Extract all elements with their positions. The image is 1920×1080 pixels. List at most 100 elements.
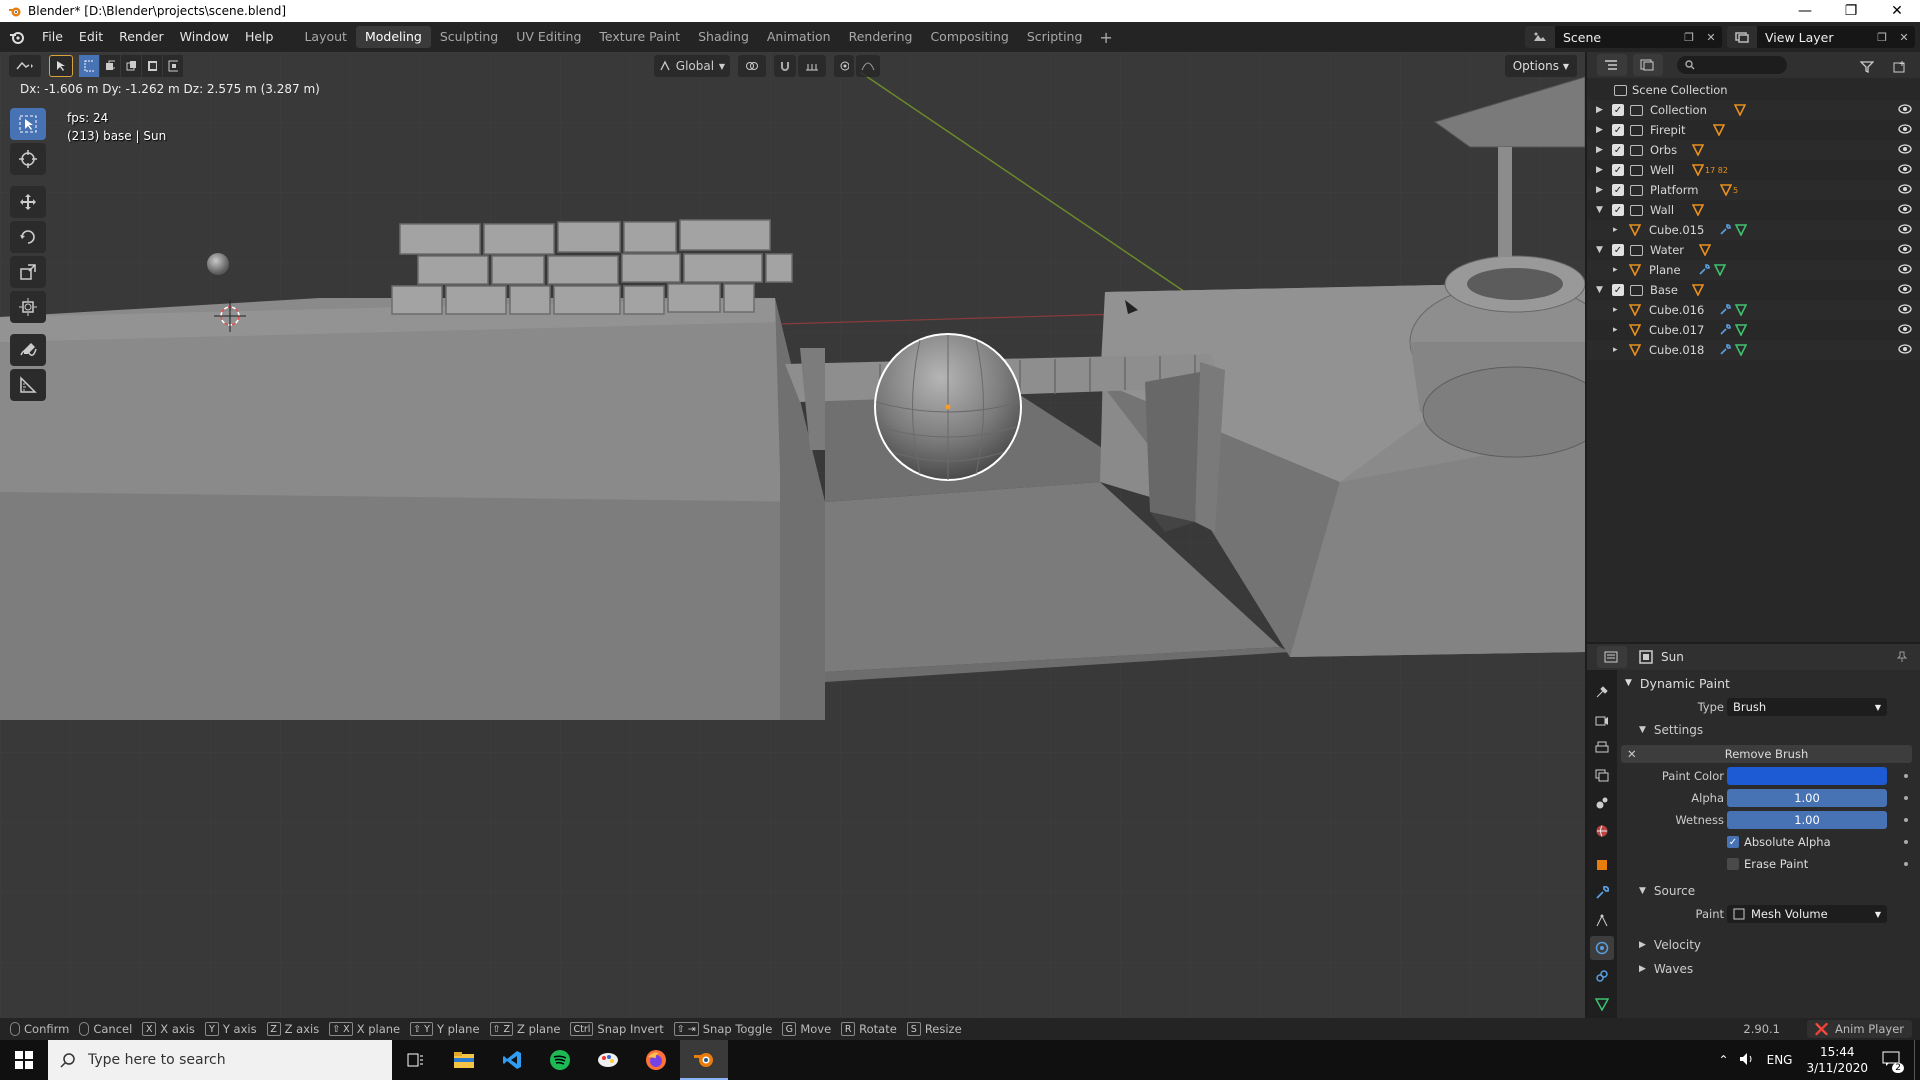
keyframe-dot[interactable] — [1904, 840, 1908, 844]
object-tab[interactable] — [1590, 853, 1614, 877]
tab-shading[interactable]: Shading — [689, 26, 758, 48]
view-layer-selector[interactable]: View Layer ❐ ✕ — [1727, 26, 1915, 48]
measure-tool-button[interactable] — [10, 369, 46, 401]
start-button[interactable] — [0, 1040, 48, 1080]
pin-icon[interactable] — [1896, 651, 1908, 666]
world-tab[interactable] — [1590, 819, 1614, 843]
physics-tab[interactable] — [1590, 936, 1614, 961]
taskbar-search-box[interactable]: Type here to search — [48, 1040, 392, 1080]
outliner-row[interactable]: ▶ ✓ Well 17 82 — [1587, 160, 1920, 180]
menu-help[interactable]: Help — [237, 22, 282, 52]
expand-arrow-right-icon[interactable]: ▶ — [1596, 165, 1606, 175]
tool-tab[interactable] — [1590, 680, 1614, 704]
expand-arrow-down-icon[interactable]: ▼ — [1596, 245, 1606, 255]
snap-target-dropdown[interactable] — [798, 55, 826, 77]
select-tool-button[interactable] — [10, 108, 46, 140]
expand-arrow-down-icon[interactable]: ▼ — [1596, 285, 1606, 295]
view-layer-tab[interactable] — [1590, 763, 1614, 787]
data-tab[interactable] — [1590, 992, 1614, 1016]
outliner-row[interactable]: ▶ ✓ Collection — [1587, 100, 1920, 120]
keyframe-dot[interactable] — [1904, 818, 1908, 822]
scale-tool-button[interactable] — [10, 256, 46, 288]
outliner-row[interactable]: ▸ Cube.015 — [1587, 220, 1920, 240]
expand-arrow-right-icon[interactable]: ▶ — [1596, 185, 1606, 195]
tab-layout[interactable]: Layout — [295, 26, 356, 48]
paint-color-swatch[interactable] — [1727, 767, 1887, 785]
move-tool-button[interactable] — [10, 186, 46, 218]
vscode-taskbar-icon[interactable] — [488, 1040, 536, 1080]
new-view-layer-icon[interactable]: ❐ — [1871, 31, 1893, 44]
orb-object[interactable] — [207, 253, 229, 275]
close-window-button[interactable]: ✕ — [1874, 0, 1920, 22]
spotify-taskbar-icon[interactable] — [536, 1040, 584, 1080]
paint-source-dropdown[interactable]: Mesh Volume ▼ — [1727, 905, 1887, 923]
tab-sculpting[interactable]: Sculpting — [431, 26, 507, 48]
new-collection-button[interactable] — [1888, 56, 1912, 78]
transform-tool-button[interactable] — [10, 291, 46, 323]
language-indicator[interactable]: ENG — [1767, 1053, 1793, 1067]
tab-uv-editing[interactable]: UV Editing — [507, 26, 590, 48]
select-invert-button[interactable] — [142, 55, 162, 77]
type-dropdown[interactable]: Brush ▼ — [1727, 698, 1887, 716]
alpha-slider[interactable]: 1.00 — [1727, 789, 1887, 807]
proportional-edit-button[interactable] — [834, 55, 854, 77]
tray-overflow-chevron-icon[interactable]: ⌃ — [1719, 1053, 1729, 1067]
cursor-tool-button[interactable] — [10, 143, 46, 175]
select-box-tool-button[interactable] — [49, 55, 73, 77]
editor-type-button[interactable] — [9, 55, 41, 77]
keyframe-dot[interactable] — [1904, 774, 1908, 778]
3d-viewport[interactable]: Global ▼ Options ▼ Dx: -1.606 m Dy: -1.2… — [0, 52, 1585, 1018]
outliner-row[interactable]: ▼ ✓ Wall — [1587, 200, 1920, 220]
visibility-eye-icon[interactable] — [1898, 323, 1912, 337]
tab-compositing[interactable]: Compositing — [921, 26, 1017, 48]
expand-arrow-right-icon[interactable]: ▸ — [1613, 325, 1623, 335]
taskbar-clock[interactable]: 15:44 3/11/2020 — [1806, 1044, 1868, 1076]
volume-icon[interactable] — [1739, 1052, 1755, 1069]
dynamic-paint-header[interactable]: ▼ Dynamic Paint — [1621, 670, 1920, 696]
output-tab[interactable] — [1590, 736, 1614, 760]
select-new-button[interactable] — [79, 55, 99, 77]
wetness-slider[interactable]: 1.00 — [1727, 811, 1887, 829]
visibility-eye-icon[interactable] — [1898, 163, 1912, 177]
proportional-falloff-dropdown[interactable] — [856, 55, 880, 77]
expand-arrow-right-icon[interactable]: ▸ — [1613, 345, 1623, 355]
outliner-row[interactable]: ▼ ✓ Base — [1587, 280, 1920, 300]
visibility-eye-icon[interactable] — [1898, 123, 1912, 137]
outliner-editor-type[interactable] — [1597, 54, 1627, 76]
visibility-eye-icon[interactable] — [1898, 263, 1912, 277]
annotate-tool-button[interactable] — [10, 334, 46, 366]
file-explorer-taskbar-icon[interactable] — [440, 1040, 488, 1080]
delete-view-layer-icon[interactable]: ✕ — [1893, 31, 1915, 44]
exclude-checkbox[interactable]: ✓ — [1612, 204, 1624, 216]
delete-scene-icon[interactable]: ✕ — [1700, 31, 1722, 44]
sun-brush-sphere[interactable] — [874, 333, 1022, 481]
scene-tab[interactable] — [1590, 791, 1614, 815]
firefox-taskbar-icon[interactable] — [632, 1040, 680, 1080]
add-workspace-button[interactable]: + — [1091, 28, 1120, 47]
close-icon[interactable]: ❌ — [1815, 1022, 1829, 1036]
waves-subpanel-header[interactable]: ▶ Waves — [1621, 957, 1920, 981]
settings-subpanel-header[interactable]: ▼ Settings — [1621, 718, 1920, 742]
task-view-button[interactable] — [392, 1040, 440, 1080]
expand-arrow-down-icon[interactable]: ▼ — [1596, 205, 1606, 215]
properties-editor-type[interactable] — [1597, 646, 1627, 668]
constraints-tab[interactable] — [1590, 964, 1614, 988]
filter-button[interactable] — [1854, 56, 1880, 78]
remove-brush-button[interactable]: ✕ Remove Brush — [1621, 745, 1912, 763]
outliner-row[interactable]: ▶ ✓ Orbs — [1587, 140, 1920, 160]
exclude-checkbox[interactable]: ✓ — [1612, 244, 1624, 256]
menu-render[interactable]: Render — [111, 22, 172, 52]
outliner-row[interactable]: ▶ ✓ Firepit — [1587, 120, 1920, 140]
visibility-eye-icon[interactable] — [1898, 223, 1912, 237]
menu-file[interactable]: File — [34, 22, 71, 52]
exclude-checkbox[interactable]: ✓ — [1612, 284, 1624, 296]
keyframe-dot[interactable] — [1904, 796, 1908, 800]
visibility-eye-icon[interactable] — [1898, 243, 1912, 257]
outliner-row[interactable]: ▸ Cube.017 — [1587, 320, 1920, 340]
outliner-row[interactable]: ▶ ✓ Platform 5 — [1587, 180, 1920, 200]
select-extend-button[interactable] — [100, 55, 120, 77]
new-scene-icon[interactable]: ❐ — [1678, 31, 1700, 44]
anim-player-button[interactable]: ❌ Anim Player — [1806, 1020, 1912, 1038]
tab-texture-paint[interactable]: Texture Paint — [590, 26, 689, 48]
snap-toggle-button[interactable] — [774, 55, 796, 77]
